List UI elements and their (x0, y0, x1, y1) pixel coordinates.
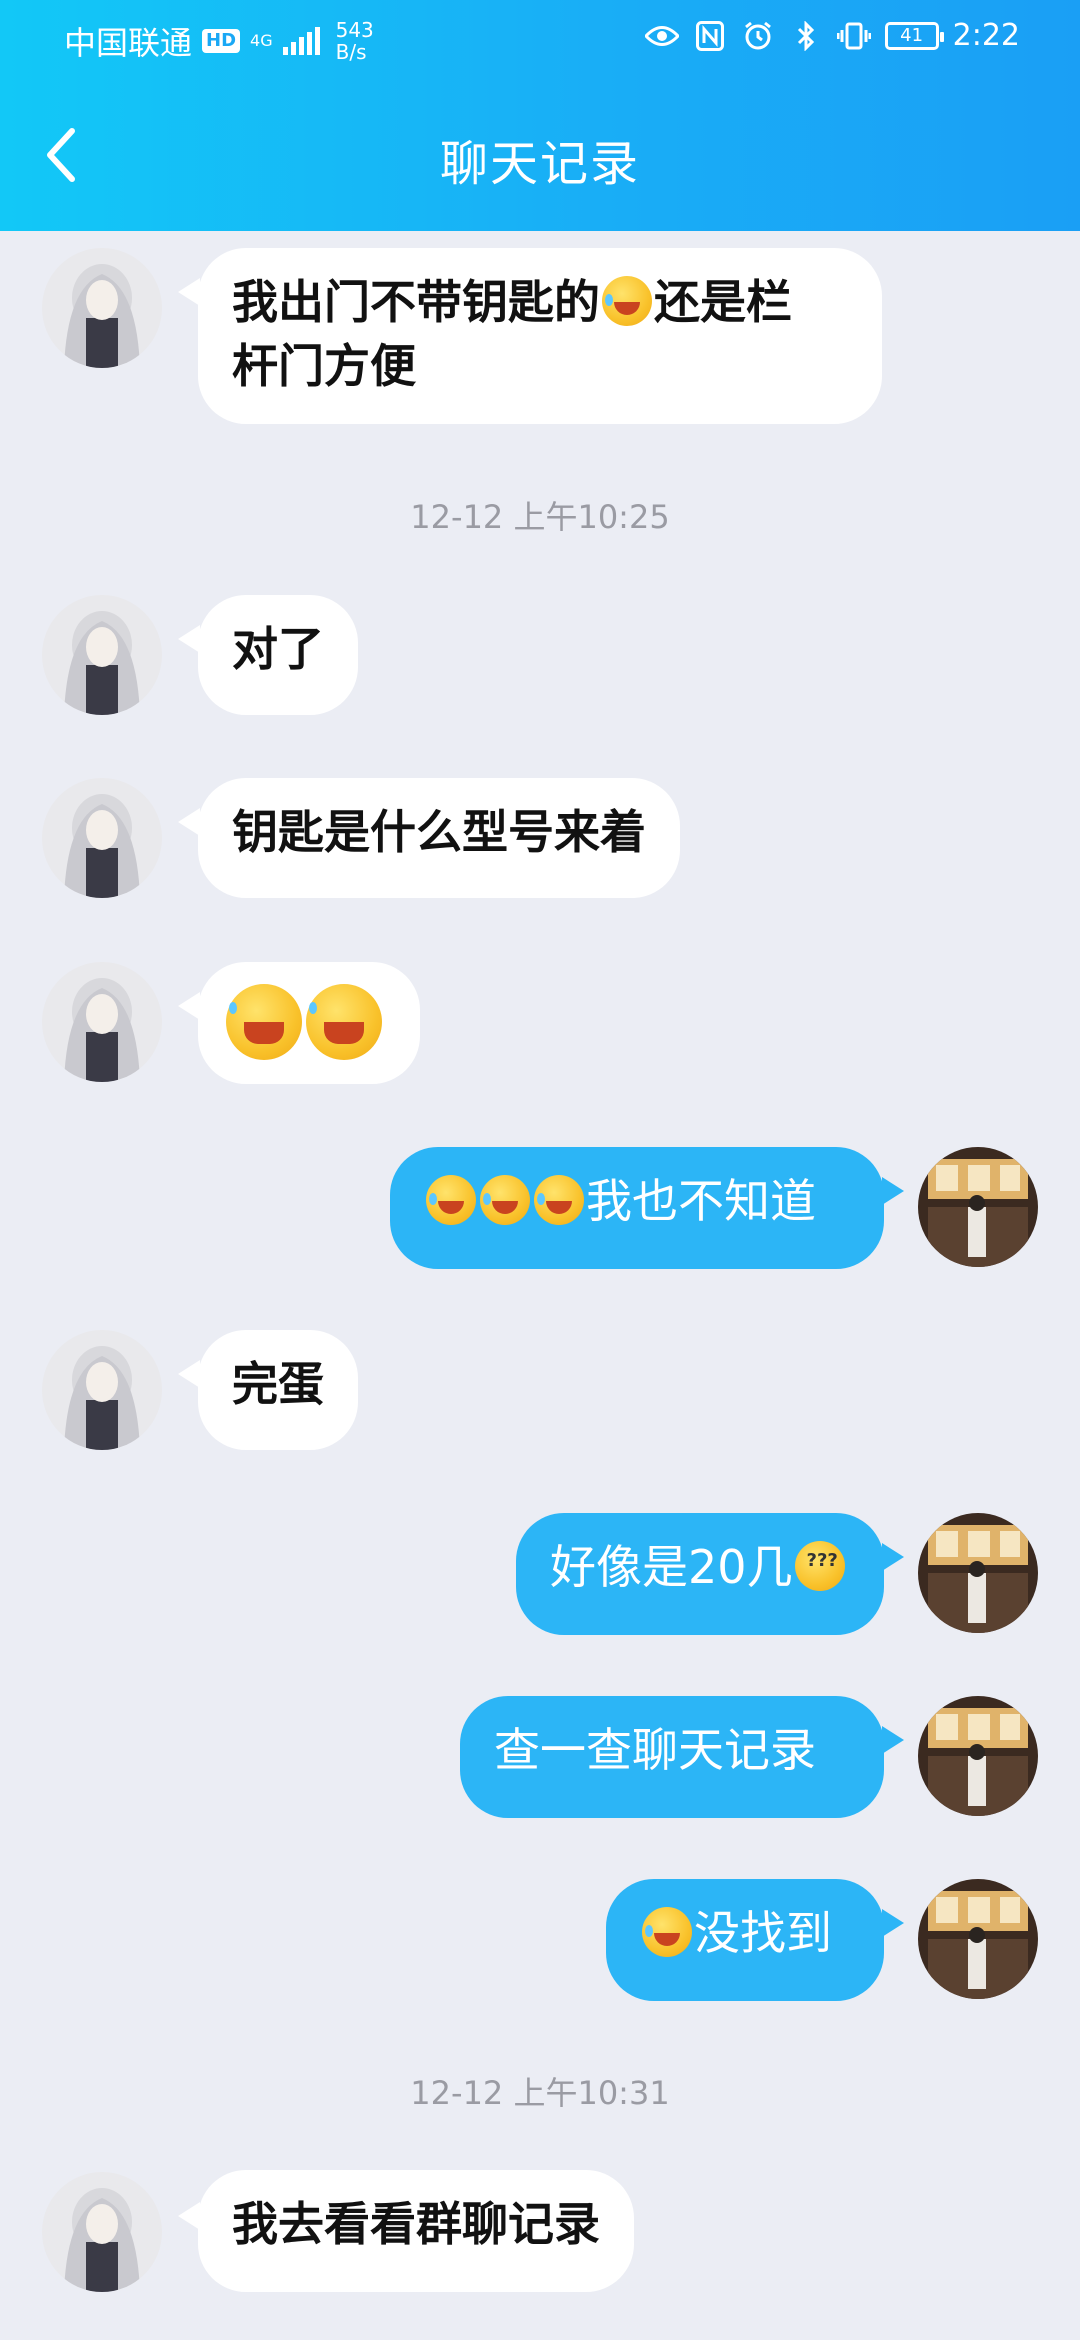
message-text: 完蛋 (232, 1357, 324, 1411)
network-speed-unit: B/s (335, 40, 367, 64)
bubble-tail (882, 1909, 904, 1937)
facepalm-emoji-icon (306, 984, 382, 1060)
hd-badge: HD (202, 29, 241, 53)
clock-time: 2:22 (952, 18, 1020, 53)
message-timestamp: 12-12 上午10:25 (410, 498, 670, 536)
self-avatar[interactable] (918, 1147, 1038, 1267)
bubble-tail (882, 1177, 904, 1205)
message-text: 对了 (232, 622, 324, 676)
bubble-tail (178, 625, 200, 653)
laugh-cry-emoji-icon (480, 1175, 530, 1225)
contact-avatar[interactable] (42, 595, 162, 715)
confused-emoji-icon (794, 1529, 845, 1593)
signal-strength-icon (282, 27, 320, 55)
message-bubble[interactable]: 钥匙是什么型号来着 (198, 778, 680, 898)
facepalm-emoji-icon (642, 1907, 692, 1957)
bubble-tail (882, 1543, 904, 1571)
message-text: 钥匙是什么型号来着 (232, 805, 646, 859)
message-bubble[interactable]: 我去看看群聊记录 (198, 2170, 634, 2292)
laugh-cry-emoji-icon (602, 276, 652, 326)
bubble-tail (178, 992, 200, 1020)
message-text: 好像是20几 (550, 1540, 793, 1594)
bubble-tail (178, 2202, 200, 2230)
message-bubble[interactable]: 没找到 (606, 1879, 884, 2001)
contact-avatar[interactable] (42, 778, 162, 898)
contact-avatar[interactable] (42, 248, 162, 368)
message-text: 我去看看群聊记录 (232, 2197, 600, 2251)
network-type: 4G (250, 33, 273, 49)
battery-icon: 41 (884, 21, 944, 50)
message-bubble[interactable]: 查一查聊天记录 (460, 1696, 884, 1818)
title-bar: 聊天记录 (0, 100, 1080, 220)
message-bubble[interactable] (198, 962, 420, 1084)
page-title: 聊天记录 (439, 136, 640, 192)
message-text-line2: 杆门方便 (232, 339, 416, 393)
vibrate-icon (836, 19, 871, 53)
self-avatar[interactable] (918, 1696, 1038, 1816)
message-bubble[interactable]: 我也不知道 (390, 1147, 884, 1269)
facepalm-emoji-icon (226, 984, 302, 1060)
bubble-tail (178, 808, 200, 836)
message-text: 查一查聊天记录 (494, 1723, 816, 1777)
bluetooth-icon (789, 19, 823, 53)
message-text-continued: 还是栏 (654, 275, 792, 329)
contact-avatar[interactable] (42, 2172, 162, 2292)
status-right: 41 2:22 (644, 18, 1020, 53)
network-speed-value: 543 (335, 18, 374, 42)
self-avatar[interactable] (918, 1879, 1038, 1999)
contact-avatar[interactable] (42, 962, 162, 1082)
message-bubble[interactable]: 对了 (198, 595, 358, 715)
network-label: 4G (250, 31, 273, 50)
laugh-cry-emoji-icon (534, 1175, 584, 1225)
message-text: 没找到 (694, 1906, 832, 1960)
message-text: 我出门不带钥匙的 (232, 275, 600, 329)
message-text: 我也不知道 (586, 1174, 816, 1228)
bubble-tail (882, 1726, 904, 1754)
carrier-name: 中国联通 (64, 24, 193, 62)
nfc-icon (693, 19, 727, 53)
self-avatar[interactable] (918, 1513, 1038, 1633)
status-bar: 中国联通 HD 4G 543 B/s 41 2:22 (0, 0, 1080, 80)
laugh-cry-emoji-icon (426, 1175, 476, 1225)
message-bubble[interactable]: 好像是20几 (516, 1513, 884, 1635)
bubble-tail (178, 278, 200, 306)
message-bubble[interactable]: 我出门不带钥匙的 还是栏 杆门方便 (198, 248, 882, 424)
network-speed: 543 B/s (336, 19, 374, 63)
bubble-tail (178, 1360, 200, 1388)
message-timestamp: 12-12 上午10:31 (410, 2074, 670, 2112)
message-bubble[interactable]: 完蛋 (198, 1330, 358, 1450)
contact-avatar[interactable] (42, 1330, 162, 1450)
alarm-icon (741, 19, 775, 53)
status-left: 中国联通 HD 4G 543 B/s (64, 18, 374, 64)
eye-icon (644, 19, 679, 53)
battery-level: 41 (900, 25, 924, 46)
app-header: 中国联通 HD 4G 543 B/s 41 2:22 聊天记录 (0, 0, 1080, 231)
